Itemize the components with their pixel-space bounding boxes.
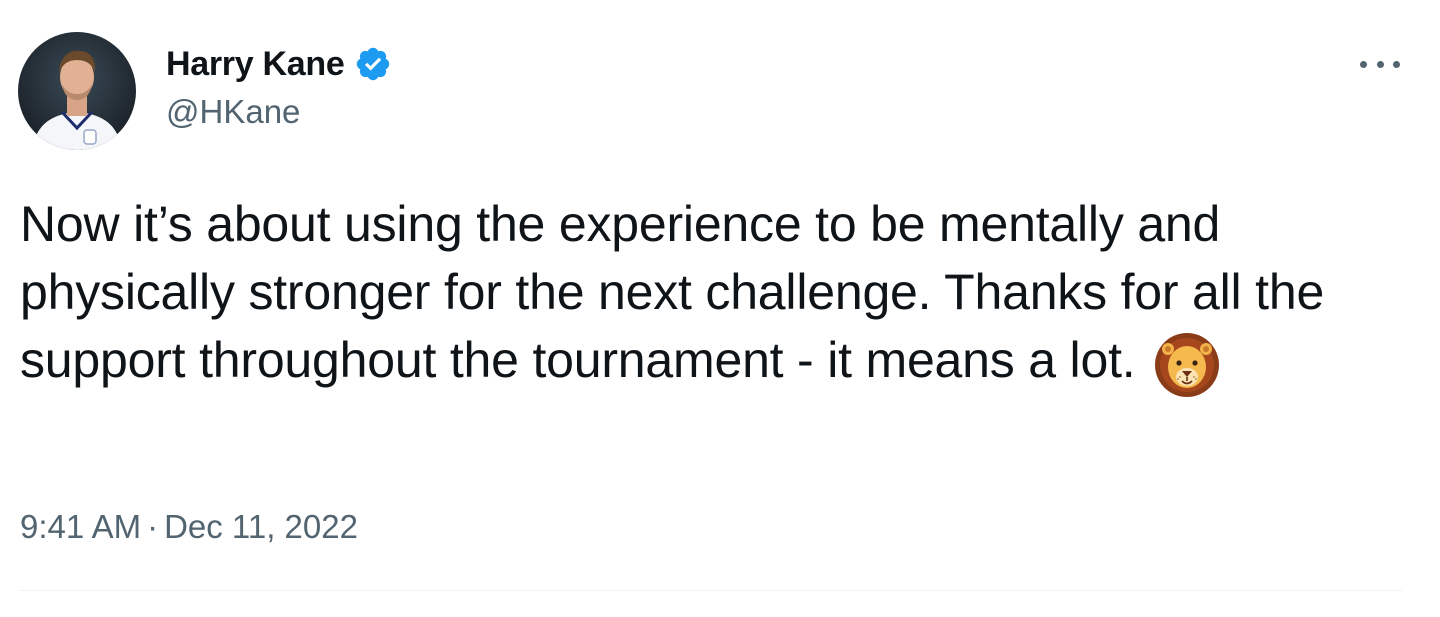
author-display-name[interactable]: Harry Kane [166,40,345,88]
author-info: Harry Kane @HKane [166,40,392,136]
more-dot [1360,60,1367,68]
verified-badge-icon [354,45,392,83]
divider [20,590,1402,591]
lion-face-icon [1153,331,1221,399]
meta-separator: · [147,508,159,545]
tweet-card: Harry Kane @HKane Now it’s about using t… [0,0,1440,617]
more-horizontal-icon[interactable] [1360,50,1400,78]
more-dot [1393,60,1400,68]
tweet-text-content: Now it’s about using the experience to b… [20,196,1325,388]
tweet-time: 9:41 AM [20,508,142,545]
author-name-row: Harry Kane [166,40,392,88]
avatar[interactable] [18,32,136,150]
tweet-timestamp[interactable]: 9:41 AM · Dec 11, 2022 [20,505,358,549]
avatar-photo [18,32,136,150]
tweet-text: Now it’s about using the experience to b… [20,190,1415,399]
author-handle[interactable]: @HKane [166,88,392,136]
more-dot [1376,60,1384,68]
tweet-date: Dec 11, 2022 [164,508,358,545]
